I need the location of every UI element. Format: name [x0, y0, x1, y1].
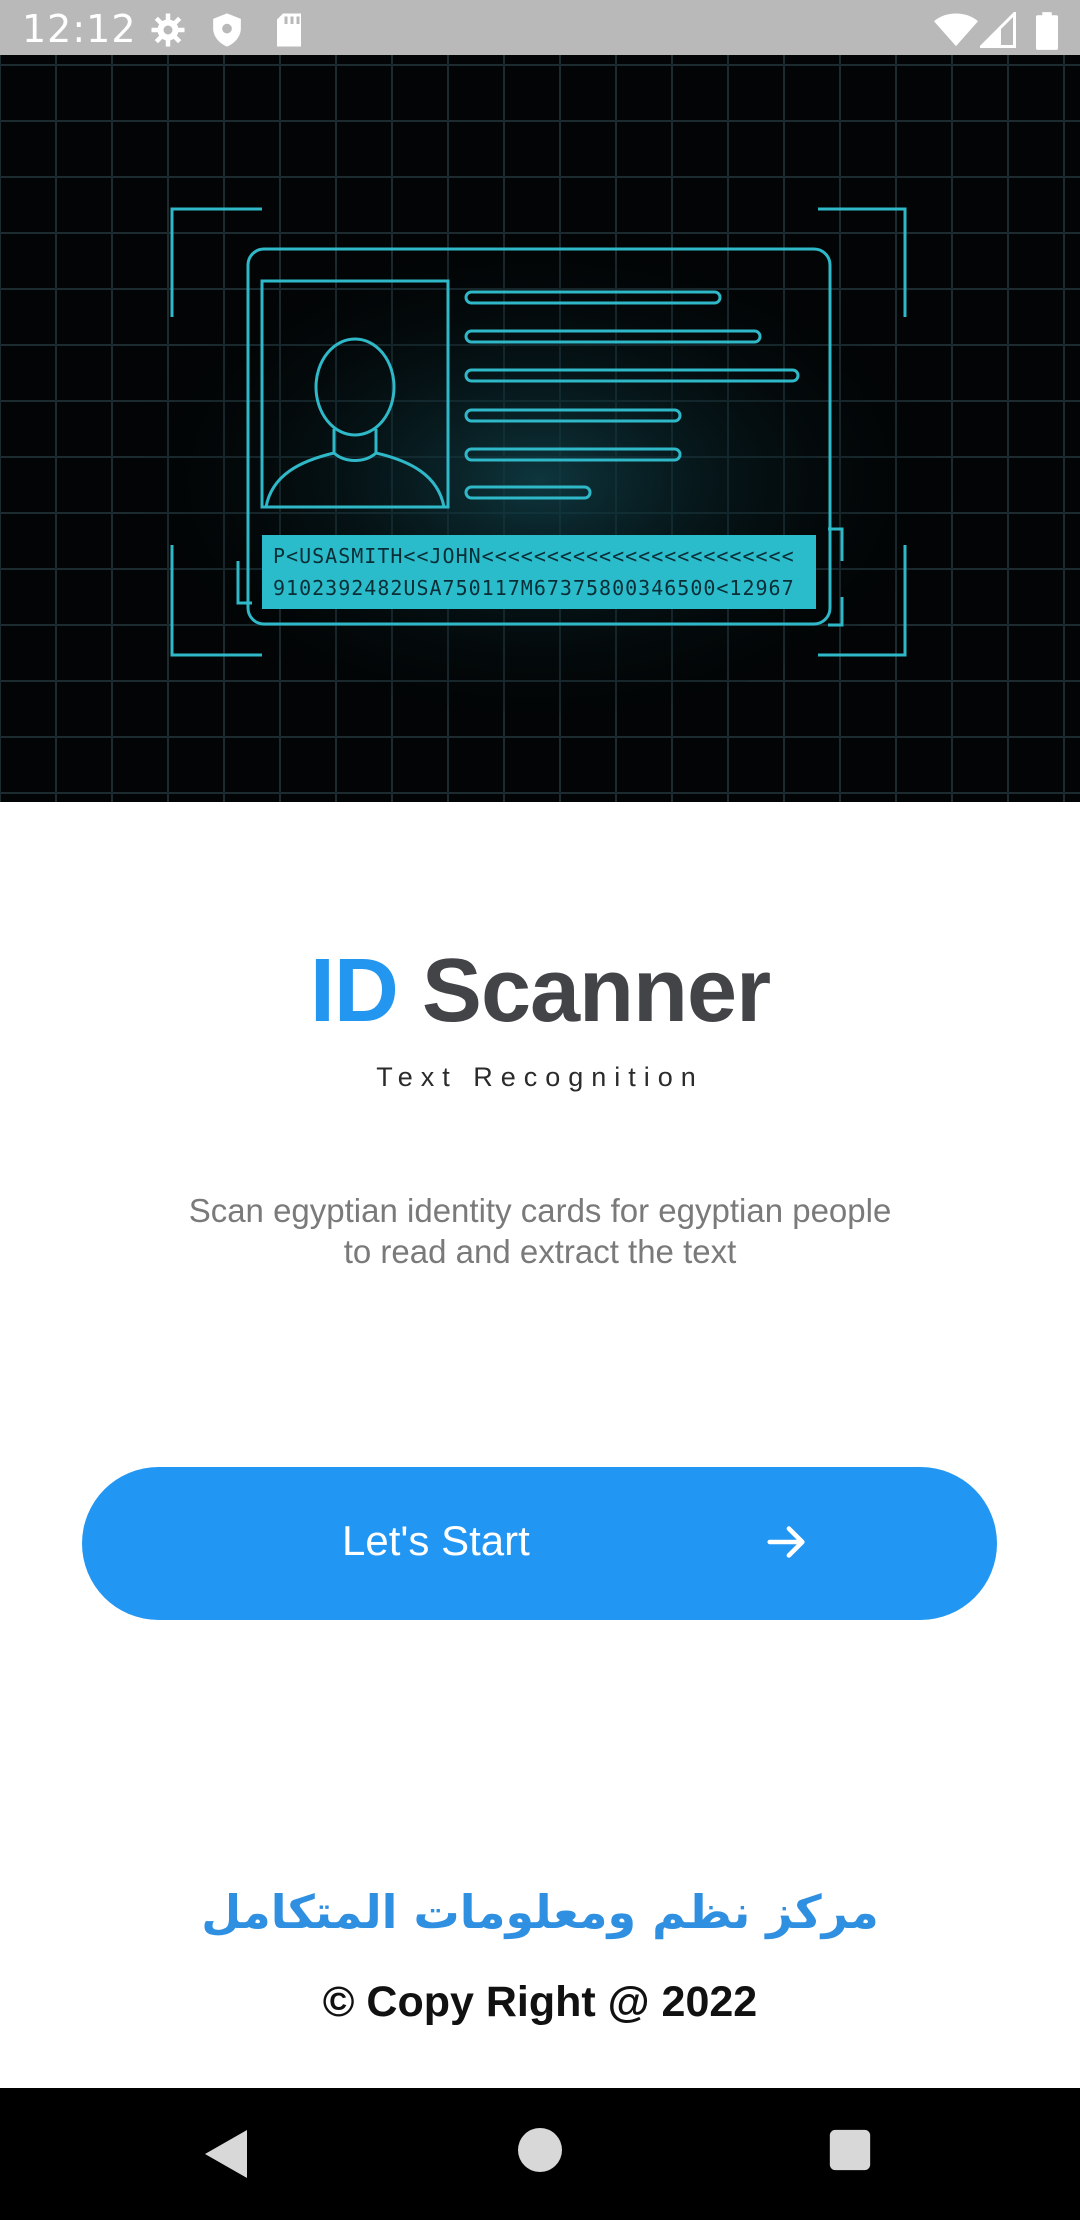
mrz-line-1: P<USASMITH<<JOHN<<<<<<<<<<<<<<<<<<<<<<<< [273, 544, 795, 568]
arrow-right-icon [767, 1526, 805, 1558]
hero-illustration: P<USASMITH<<JOHN<<<<<<<<<<<<<<<<<<<<<<<<… [0, 55, 1080, 802]
app-title-main: Scanner [421, 941, 771, 1041]
status-bar: 12:12 [0, 0, 1080, 55]
app-description: Scan egyptian identity cards for egyptia… [120, 1190, 960, 1272]
wifi-icon [934, 13, 978, 47]
description-line-2: to read and extract the text [343, 1233, 737, 1270]
back-icon[interactable] [202, 2128, 252, 2180]
lets-start-button[interactable]: Let's Start [82, 1467, 997, 1620]
recents-icon[interactable] [828, 2128, 872, 2172]
app-title: ID Scanner [0, 940, 1080, 1043]
mrz-line-2: 9102392482USA750117M67375800346500<12967 [273, 576, 795, 600]
signal-icon [980, 12, 1016, 48]
lets-start-label: Let's Start [342, 1517, 530, 1564]
status-time: 12:12 [22, 7, 137, 51]
battery-icon [1036, 12, 1058, 50]
sd-card-icon [277, 13, 301, 47]
navigation-bar [0, 2088, 1080, 2220]
home-icon[interactable] [518, 2128, 562, 2172]
app-subtitle: Text Recognition [376, 1062, 704, 1092]
organization-name: مركز نظم ومعلومات المتكامل [201, 1885, 879, 1939]
gear-icon [151, 13, 185, 47]
copyright-text: © Copy Right @ 2022 [322, 1978, 758, 2026]
shield-icon [213, 13, 241, 47]
app-title-accent: ID [309, 941, 399, 1041]
description-line-1: Scan egyptian identity cards for egyptia… [188, 1192, 892, 1229]
